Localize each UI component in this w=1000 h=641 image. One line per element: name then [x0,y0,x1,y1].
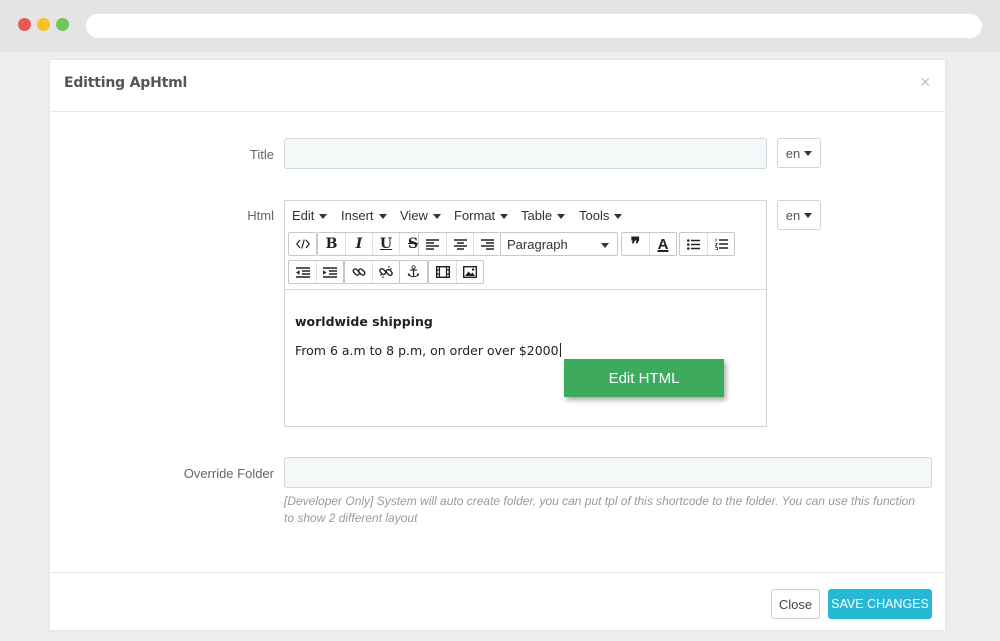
override-folder-input[interactable] [284,457,932,488]
align-right-icon[interactable] [473,233,500,255]
modal-footer: Close SAVE CHANGES [50,572,945,630]
close-button[interactable]: Close [771,589,820,619]
align-center-icon[interactable] [446,233,473,255]
menu-insert[interactable]: Insert [341,208,387,223]
window-minimize-dot[interactable] [37,18,50,31]
chevron-down-icon [432,214,441,220]
menu-view[interactable]: View [400,208,441,223]
modal-header: Editting ApHtml × [50,60,945,112]
code-icon[interactable] [289,233,316,255]
menu-format[interactable]: Format [454,208,509,223]
editor-content-area[interactable]: worldwide shipping From 6 a.m to 8 p.m, … [285,289,766,426]
chevron-down-icon [319,214,328,220]
content-paragraph: From 6 a.m to 8 p.m, on order over $2000 [295,343,561,358]
window-maximize-dot[interactable] [56,18,69,31]
toolbar-group-anchor: ⚓ [399,260,428,284]
align-left-icon[interactable] [419,233,446,255]
image-icon[interactable] [456,261,483,283]
html-lang-dropdown[interactable]: en [777,200,821,230]
title-lang-dropdown[interactable]: en [777,138,821,168]
toolbar-group-media [428,260,484,284]
chevron-down-icon [601,243,609,248]
edit-modal: Editting ApHtml × Title en Html Edit Ins… [50,60,945,630]
link-icon[interactable] [345,261,372,283]
bold-icon[interactable]: B [318,233,345,255]
chevron-down-icon [614,214,623,220]
chevron-down-icon [500,214,509,220]
title-input[interactable] [284,138,767,169]
menu-edit[interactable]: Edit [292,208,328,223]
save-changes-button[interactable]: SAVE CHANGES [828,589,932,619]
toolbar-group-lists [679,232,735,256]
chevron-down-icon [557,214,566,220]
menu-table[interactable]: Table [521,208,566,223]
anchor-icon[interactable]: ⚓ [400,261,427,283]
lang-label: en [785,207,801,223]
toolbar-group-align [418,232,501,256]
modal-title: Editting ApHtml [64,75,188,91]
unlink-icon[interactable] [372,261,399,283]
toolbar-group-indent [288,260,344,284]
media-icon[interactable] [429,261,456,283]
html-label: Html [247,208,274,223]
toolbar-group-links [344,260,400,284]
outdent-icon[interactable] [289,261,316,283]
address-bar[interactable] [86,14,982,38]
window-close-dot[interactable] [18,18,31,31]
menu-tools[interactable]: Tools [579,208,623,223]
title-label: Title [249,147,274,162]
blockquote-icon[interactable]: ❞ [622,233,649,255]
underline-icon[interactable]: U [372,233,399,255]
numbered-list-icon[interactable] [707,233,734,255]
toolbar-group-text-style: B I U S [317,232,427,256]
italic-icon[interactable]: I [345,233,372,255]
lang-label: en [785,145,801,161]
toolbar-group-code [288,232,317,256]
editor-menubar: Edit Insert View Format Table Tools [285,201,766,229]
chevron-down-icon [378,214,387,220]
content-heading: worldwide shipping [295,314,433,329]
toolbar-group-quote: ❞ A [621,232,677,256]
chevron-down-icon [804,212,813,218]
edit-html-button[interactable]: Edit HTML [564,359,724,397]
text-color-icon[interactable]: A [649,233,676,255]
browser-chrome [0,0,1000,52]
close-icon[interactable]: × [920,72,931,93]
indent-icon[interactable] [316,261,343,283]
text-cursor [559,343,561,357]
format-select[interactable]: Paragraph [500,232,618,256]
chevron-down-icon [804,150,813,156]
override-folder-label: Override Folder [183,466,274,481]
override-folder-help: [Developer Only] System will auto create… [284,494,916,525]
bullet-list-icon[interactable] [680,233,707,255]
